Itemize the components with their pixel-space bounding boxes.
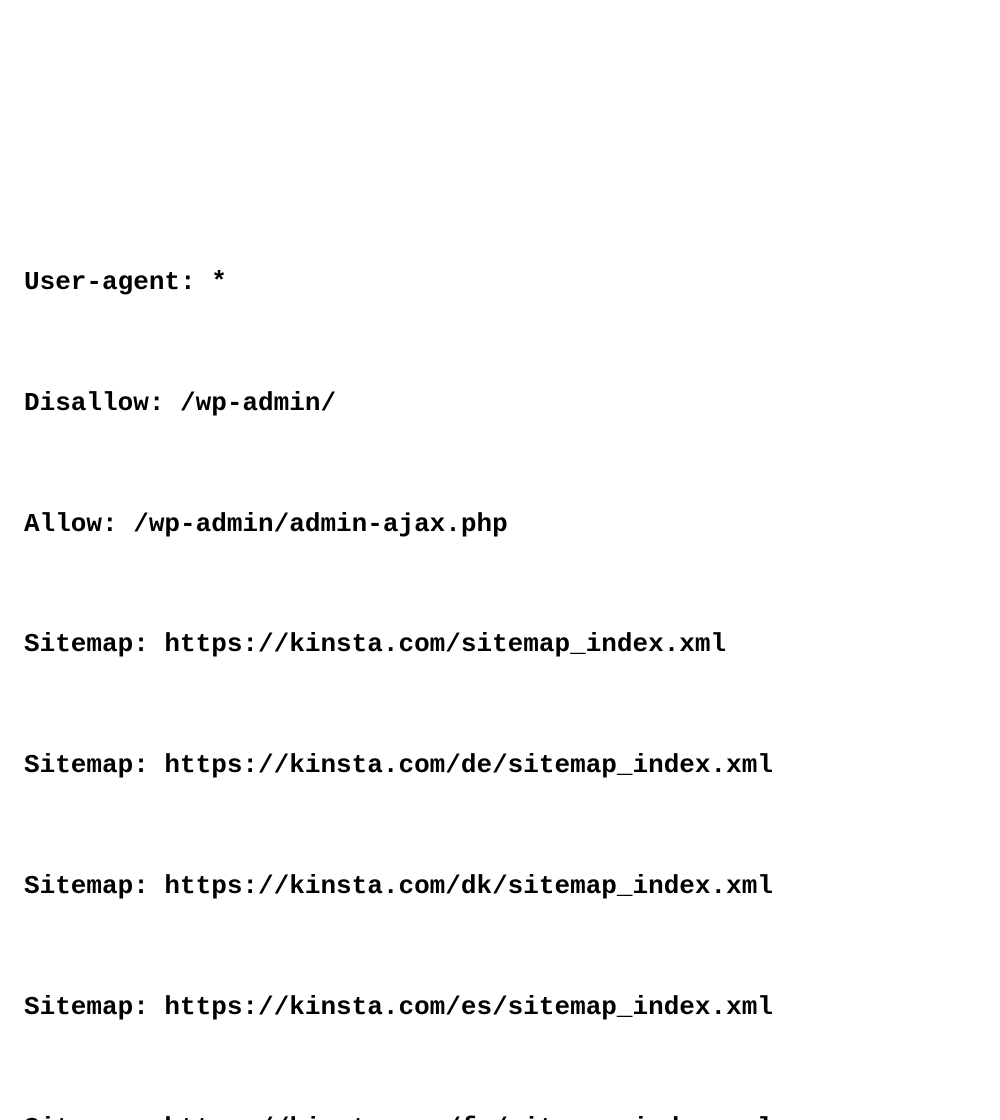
robots-line-allow: Allow: /wp-admin/admin-ajax.php — [24, 504, 976, 544]
robots-line-sitemap: Sitemap: https://kinsta.com/sitemap_inde… — [24, 624, 976, 664]
robots-line-disallow: Disallow: /wp-admin/ — [24, 383, 976, 423]
robots-line-sitemap: Sitemap: https://kinsta.com/de/sitemap_i… — [24, 745, 976, 785]
robots-line-sitemap: Sitemap: https://kinsta.com/es/sitemap_i… — [24, 987, 976, 1027]
robots-txt-content: User-agent: * Disallow: /wp-admin/ Allow… — [24, 181, 976, 1120]
robots-line-sitemap: Sitemap: https://kinsta.com/dk/sitemap_i… — [24, 866, 976, 906]
robots-line-sitemap: Sitemap: https://kinsta.com/fr/sitemap_i… — [24, 1108, 976, 1120]
robots-line-user-agent: User-agent: * — [24, 262, 976, 302]
